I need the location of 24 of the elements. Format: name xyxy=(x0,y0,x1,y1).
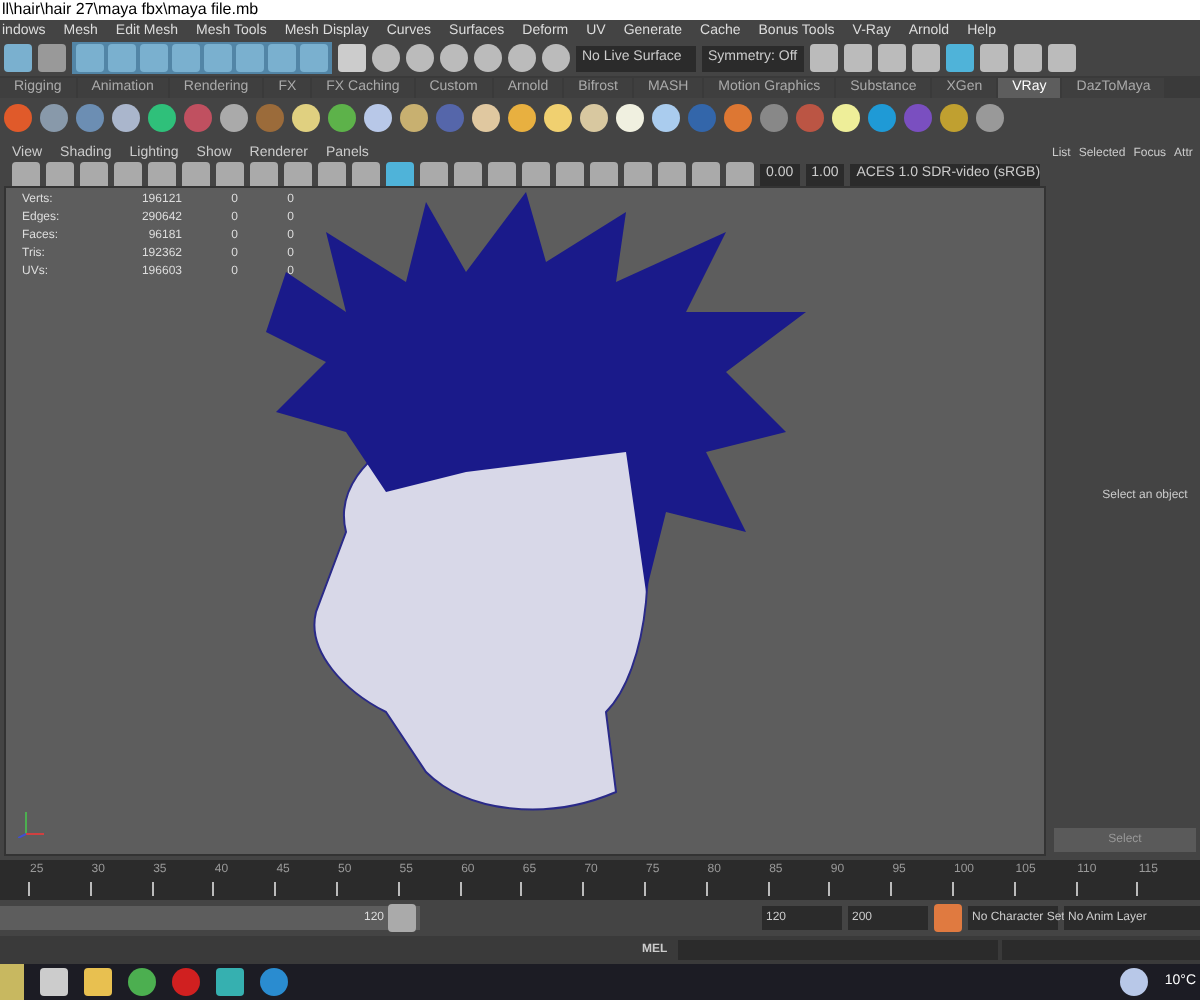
shelf-tool-icon[interactable] xyxy=(364,103,392,132)
taskbar-app-icon[interactable] xyxy=(260,968,288,996)
shelf-tool-icon[interactable] xyxy=(832,103,860,132)
command-input-field[interactable] xyxy=(677,940,998,961)
shelf-tool-icon[interactable] xyxy=(976,103,1004,132)
shelf-tool-icon[interactable] xyxy=(544,103,572,132)
shelf-tool-icon[interactable] xyxy=(580,103,608,132)
shelf-tool-icon[interactable] xyxy=(400,103,428,132)
window-title: ll\hair\hair 27\maya fbx\maya file.mb xyxy=(0,0,1200,20)
start-thumbnail[interactable] xyxy=(0,964,24,1000)
shelf-tool-icon[interactable] xyxy=(472,103,500,132)
shelf-tool-icon[interactable] xyxy=(940,103,968,132)
shelf-tool-icon[interactable] xyxy=(112,103,140,132)
shelf-tool-icon[interactable] xyxy=(328,103,356,132)
shelf-tool-icon[interactable] xyxy=(508,103,536,132)
shelf-tool-icon[interactable] xyxy=(652,103,680,132)
taskbar-app-icon[interactable] xyxy=(172,968,200,996)
shelf-tool-icon[interactable] xyxy=(292,103,320,132)
shelf-tool-icon[interactable] xyxy=(220,103,248,132)
range-handle-icon[interactable] xyxy=(388,904,416,933)
shelf-tool-icon[interactable] xyxy=(616,103,644,132)
axis-gizmo-icon xyxy=(18,811,45,839)
shelf-tool-icon[interactable] xyxy=(148,103,176,132)
taskbar-app-icon[interactable] xyxy=(128,968,156,996)
